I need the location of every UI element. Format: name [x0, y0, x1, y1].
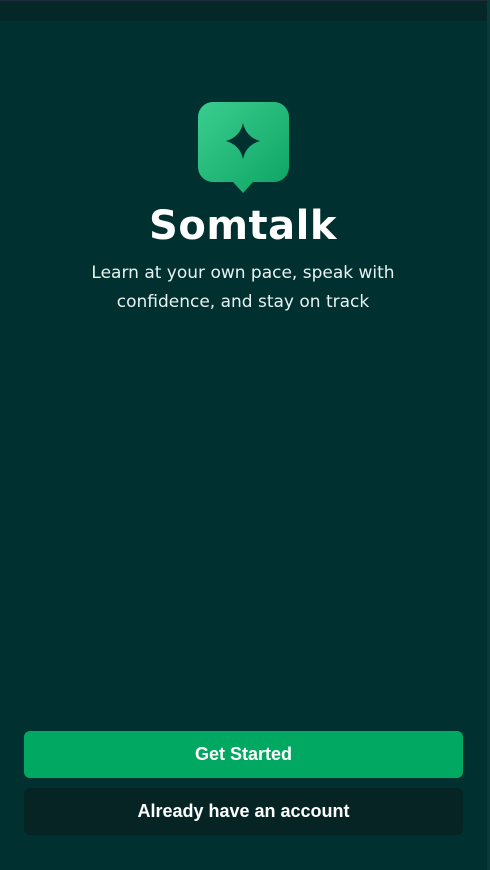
sparkle-chat-bubble-icon [198, 102, 289, 193]
get-started-button[interactable]: Get Started [24, 731, 463, 778]
app-tagline: Learn at your own pace, speak with confi… [91, 263, 395, 312]
app-title: Somtalk [149, 203, 337, 249]
app-logo [197, 101, 290, 196]
get-started-label: Get Started [194, 744, 293, 764]
status-bar [0, 0, 490, 21]
sign-in-button[interactable]: Already have an account [24, 788, 463, 835]
sign-in-label: Already have an account [137, 801, 350, 821]
